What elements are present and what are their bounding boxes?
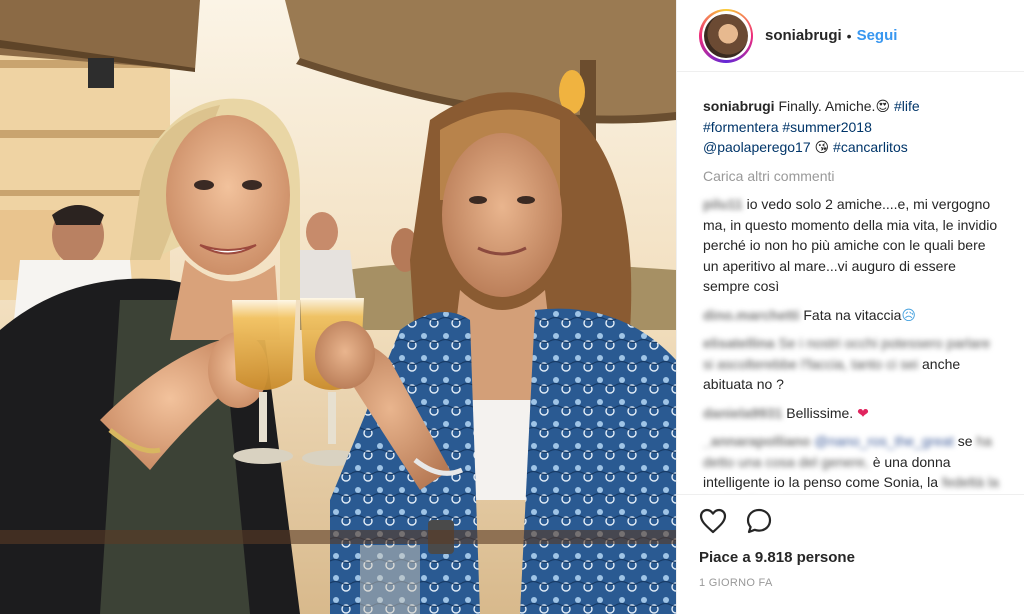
comment-text: Fata na vitaccia bbox=[803, 306, 902, 323]
comment-item: pilu11 io vedo solo 2 amiche....e, mi ve… bbox=[703, 194, 1002, 297]
heart-outline-icon[interactable] bbox=[699, 508, 727, 534]
comments-section: soniabrugi Finally. Amiche.😍 #life #form… bbox=[677, 72, 1024, 494]
hashtag-life[interactable]: #life bbox=[894, 98, 920, 114]
comment-mention[interactable]: @nano_ros_the_great bbox=[814, 433, 954, 449]
comment-username[interactable]: elisatellina bbox=[703, 335, 775, 351]
hashtag-summer2018[interactable]: #summer2018 bbox=[782, 119, 872, 135]
comment-username[interactable]: pilu11 bbox=[703, 196, 743, 212]
post-side-panel: soniabrugi • Segui soniabrugi Finally. A… bbox=[676, 0, 1024, 614]
comment-item: elisatellina Se i nostri occhi potessero… bbox=[703, 333, 1002, 395]
avatar-photo bbox=[704, 13, 748, 58]
avatar[interactable] bbox=[699, 8, 753, 63]
red-heart-emoji: ❤ bbox=[857, 404, 869, 421]
follow-button[interactable]: Segui bbox=[857, 27, 898, 44]
photo-illustration bbox=[0, 0, 676, 614]
heart-eyes-emoji: 😍 bbox=[875, 98, 891, 114]
hashtag-cancarlitos[interactable]: #cancarlitos bbox=[833, 139, 908, 155]
kiss-emoji: 😘 bbox=[814, 139, 830, 155]
header-separator: • bbox=[846, 27, 852, 44]
comment-text: io vedo solo 2 amiche....e, mi vergogno … bbox=[703, 196, 998, 294]
hashtag-formentera[interactable]: #formentera bbox=[703, 119, 778, 135]
caption-username[interactable]: soniabrugi bbox=[703, 98, 775, 114]
action-icons bbox=[699, 505, 1010, 537]
comment-item: _annarapolliano @nano_ros_the_great se h… bbox=[703, 431, 1002, 494]
post-photo[interactable] bbox=[0, 0, 676, 614]
post-timestamp[interactable]: 1 GIORNO FA bbox=[699, 577, 1010, 589]
comment-text: Bellissime. bbox=[786, 404, 854, 421]
comment-text-tail: se bbox=[957, 433, 973, 449]
load-more-comments-button[interactable]: Carica altri commenti bbox=[703, 166, 1002, 187]
comment-item: daniela9931 Bellissime. ❤ bbox=[703, 403, 1002, 424]
post-header: soniabrugi • Segui bbox=[677, 0, 1024, 72]
comment-username[interactable]: daniela9931 bbox=[703, 405, 782, 421]
post-actions: Piace a 9.818 persone 1 GIORNO FA bbox=[677, 494, 1024, 614]
post-frame: soniabrugi • Segui soniabrugi Finally. A… bbox=[0, 0, 1024, 614]
mention-paolaperego17[interactable]: @paolaperego17 bbox=[703, 139, 811, 155]
post-caption: soniabrugi Finally. Amiche.😍 #life #form… bbox=[703, 96, 1002, 158]
speech-bubble-icon[interactable] bbox=[745, 507, 773, 535]
likes-count[interactable]: Piace a 9.818 persone bbox=[699, 549, 1010, 566]
comment-username[interactable]: _annarapolliano bbox=[703, 433, 810, 449]
comment-item: dino.marchetti Fata na vitaccia😥 bbox=[703, 305, 1002, 326]
sad-emoji: 😥 bbox=[901, 306, 917, 323]
header-username[interactable]: soniabrugi bbox=[765, 27, 842, 44]
comment-username[interactable]: dino.marchetti bbox=[703, 307, 799, 323]
caption-text: Finally. Amiche. bbox=[778, 98, 876, 114]
